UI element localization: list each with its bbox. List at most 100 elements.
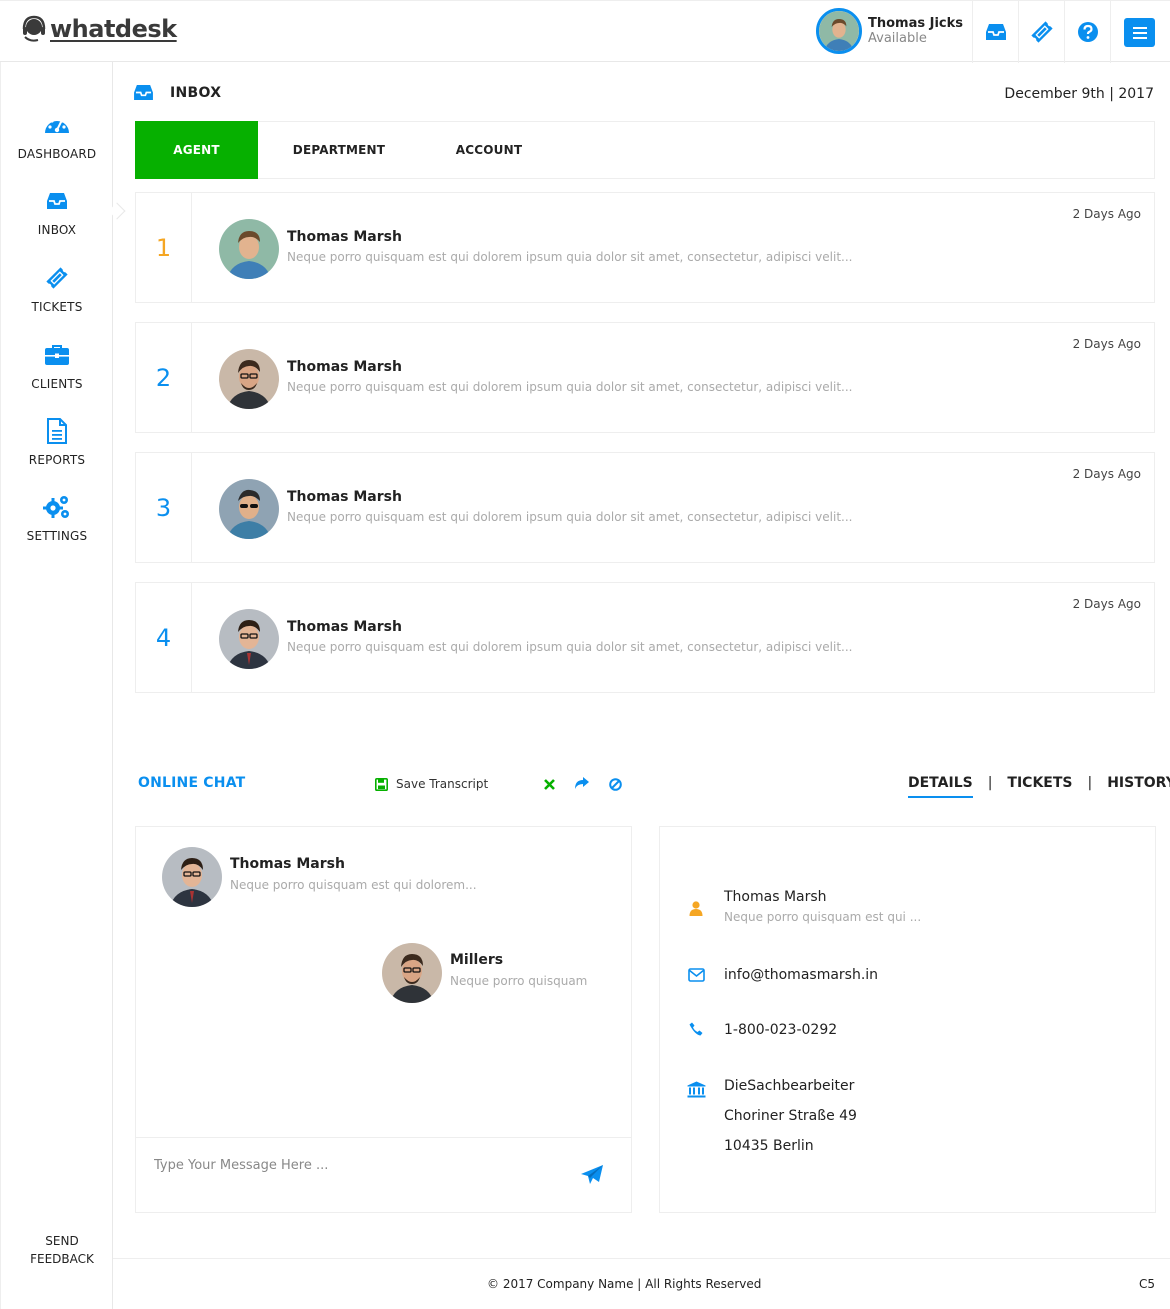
details-panel: Thomas Marsh Neque porro quisquam est qu… (659, 826, 1156, 1213)
sender-name: Thomas Marsh (287, 489, 402, 505)
detail-phone[interactable]: 1-800-023-0292 (724, 1022, 837, 1038)
logo[interactable]: whatdesk (22, 15, 177, 43)
block-icon[interactable] (609, 778, 622, 791)
user-name: Thomas Jicks (868, 16, 964, 31)
page-title-text: INBOX (170, 84, 222, 101)
chat-input-area (136, 1137, 631, 1212)
address-line: Choriner Straße 49 (724, 1108, 857, 1124)
avatar (219, 609, 279, 669)
tab-details[interactable]: DETAILS (908, 775, 973, 798)
inbox-icon (985, 24, 1006, 40)
list-item[interactable]: 3 Thomas Marsh Neque porro quisquam est … (135, 452, 1155, 563)
chat-message-text: Neque porro quisquam (450, 974, 588, 988)
tab-separator: | (1087, 775, 1093, 791)
message-time: 2 Days Ago (1072, 207, 1141, 221)
sidebar-item-inbox[interactable]: INBOX (1, 188, 113, 237)
avatar (816, 8, 862, 54)
avatar (219, 479, 279, 539)
header-tickets-button[interactable] (1018, 1, 1064, 63)
ticket-icon (1030, 21, 1053, 43)
sidebar-item-label: TICKETS (31, 300, 83, 314)
tab-tickets[interactable]: TICKETS (1007, 775, 1072, 798)
feedback-line: SEND (45, 1234, 79, 1248)
send-icon[interactable] (580, 1164, 604, 1186)
feedback-line: FEEDBACK (30, 1252, 94, 1266)
save-transcript-button[interactable]: Save Transcript (375, 777, 488, 791)
message-time: 2 Days Ago (1072, 337, 1141, 351)
close-icon[interactable] (544, 779, 555, 790)
sidebar-item-label: DASHBOARD (17, 147, 97, 161)
ticket-icon (46, 267, 68, 289)
avatar (219, 219, 279, 279)
message-number: 3 (136, 453, 192, 562)
inbox-icon (47, 193, 67, 209)
forward-icon[interactable] (574, 777, 589, 790)
menu-button[interactable] (1124, 18, 1155, 47)
sidebar-item-reports[interactable]: REPORTS (1, 418, 113, 467)
logo-text: whatdesk (50, 15, 177, 43)
send-feedback-link[interactable]: SEND FEEDBACK (1, 1232, 123, 1268)
sidebar-item-clients[interactable]: CLIENTS (1, 342, 113, 391)
tab-separator: | (987, 775, 993, 791)
tab-department[interactable]: DEPARTMENT (276, 121, 402, 179)
tab-history[interactable]: HISTORY (1107, 775, 1170, 798)
list-item[interactable]: 1 Thomas Marsh Neque porro quisquam est … (135, 192, 1155, 303)
sender-name: Thomas Marsh (287, 229, 402, 245)
message-preview: Neque porro quisquam est qui dolorem ips… (287, 380, 853, 394)
user-profile[interactable]: Thomas Jicks Available (816, 8, 963, 54)
footer-code: C5 (1138, 1277, 1155, 1291)
chat-sender-name: Millers (450, 952, 504, 968)
sidebar: DASHBOARD INBOX TICKETS CLIENTS REPORTS … (0, 62, 126, 1309)
footer: © 2017 Company Name | All Rights Reserve… (113, 1258, 1170, 1309)
chat-message-input[interactable] (154, 1158, 554, 1173)
header-help-button[interactable] (1064, 1, 1110, 63)
phone-icon (689, 1022, 703, 1036)
user-status: Available (868, 31, 927, 46)
sidebar-item-label: INBOX (37, 223, 77, 237)
online-chat-title: ONLINE CHAT (138, 775, 246, 791)
message-number: 2 (136, 323, 192, 432)
address-line: 10435 Berlin (724, 1138, 814, 1154)
detail-name: Thomas Marsh (724, 889, 827, 905)
sidebar-item-label: SETTINGS (26, 529, 88, 543)
chat-message: Millers Neque porro quisquam (382, 943, 587, 1003)
detail-tabs: DETAILS | TICKETS | HISTORY (908, 775, 1170, 798)
save-icon (375, 777, 388, 791)
user-icon (689, 901, 703, 916)
save-transcript-label: Save Transcript (396, 777, 489, 791)
envelope-icon (687, 968, 705, 982)
header-inbox-button[interactable] (972, 1, 1018, 63)
copyright-text: © 2017 Company Name | All Rights Reserve… (487, 1277, 762, 1291)
address-line: DieSachbearbeiter (724, 1078, 855, 1094)
message-time: 2 Days Ago (1072, 467, 1141, 481)
cogs-icon (43, 496, 69, 518)
avatar (382, 943, 442, 1003)
sidebar-item-settings[interactable]: SETTINGS (1, 494, 113, 543)
chat-message-text: Neque porro quisquam est qui dolorem... (230, 878, 477, 892)
list-item[interactable]: 2 Thomas Marsh Neque porro quisquam est … (135, 322, 1155, 433)
detail-email[interactable]: info@thomasmarsh.in (724, 967, 878, 983)
tab-account[interactable]: ACCOUNT (436, 121, 542, 179)
message-preview: Neque porro quisquam est qui dolorem ips… (287, 510, 853, 524)
bank-icon (687, 1081, 705, 1098)
message-number: 4 (136, 583, 192, 692)
sidebar-item-label: REPORTS (28, 453, 86, 467)
menu-icon (1132, 26, 1147, 39)
sidebar-item-tickets[interactable]: TICKETS (1, 265, 113, 314)
inbox-tabs: AGENT DEPARTMENT ACCOUNT (135, 121, 1155, 179)
question-icon (1077, 22, 1098, 42)
chat-message: Thomas Marsh Neque porro quisquam est qu… (162, 847, 477, 907)
headset-icon (22, 15, 46, 42)
avatar (219, 349, 279, 409)
page-title: INBOX (133, 84, 221, 101)
list-item[interactable]: 4 Thomas Marsh Neque porro quisquam est … (135, 582, 1155, 693)
sidebar-item-dashboard[interactable]: DASHBOARD (1, 112, 113, 161)
current-date: December 9th | 2017 (1004, 86, 1154, 102)
tab-agent[interactable]: AGENT (135, 121, 258, 179)
sender-name: Thomas Marsh (287, 359, 402, 375)
sidebar-item-label: CLIENTS (31, 377, 83, 391)
sender-name: Thomas Marsh (287, 619, 402, 635)
avatar (162, 847, 222, 907)
inbox-icon (134, 84, 153, 101)
detail-address: DieSachbearbeiter Choriner Straße 49 104… (724, 1071, 857, 1161)
